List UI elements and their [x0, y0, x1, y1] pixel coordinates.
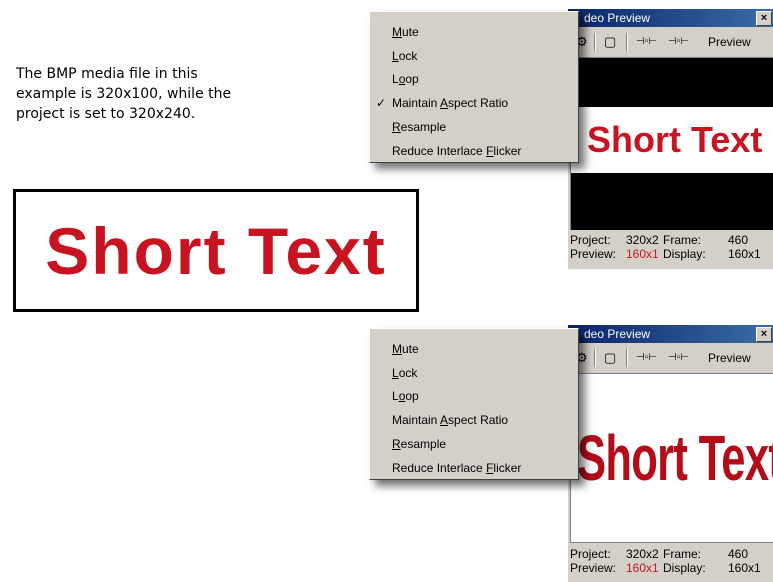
menu-item-label: op — [405, 389, 419, 403]
preview-screen: Short Text — [570, 57, 773, 230]
menu-item-accelerator: R — [392, 120, 401, 134]
menu-item-lock[interactable]: Lock — [370, 46, 578, 66]
description-line: example is 320x100, while the — [16, 86, 232, 102]
preview-button[interactable]: Preview — [708, 348, 751, 368]
preview-image-text: Short Text — [577, 422, 773, 494]
preview-value: 160x1 — [626, 561, 659, 575]
context-menu-aspect-on: Mute Lock Loop ✓ Maintain Aspect Ratio R… — [369, 11, 579, 163]
preview-label: Preview: — [570, 561, 617, 575]
preview-value: 160x1 — [626, 247, 659, 261]
menu-item-accelerator: R — [392, 437, 401, 451]
menu-item-loop[interactable]: Loop — [370, 69, 578, 89]
window-title: deo Preview — [584, 327, 651, 341]
frame-value: 460 — [728, 547, 749, 561]
description-text: The BMP media file in this example is 32… — [16, 64, 306, 124]
display-value: 160x1 — [728, 247, 761, 261]
close-button[interactable]: × — [756, 11, 772, 26]
menu-item-resample[interactable]: Resample — [370, 434, 578, 454]
description-line: project is set to 320x240. — [16, 106, 196, 122]
preview-toolbar: ⚙ ▢ ⊣▫⊢ ⊣▫⊢ Preview — [568, 344, 773, 372]
display-label: Display: — [663, 561, 706, 575]
toolbar-separator — [626, 33, 628, 51]
window-title-bar[interactable]: deo Preview × — [568, 9, 773, 27]
preview-image-text: Short Text — [587, 119, 763, 160]
frame-value: 460 — [728, 233, 749, 247]
frame-label: Frame: — [663, 233, 702, 247]
safe-zone-icon[interactable]: ▢ — [604, 348, 616, 368]
menu-item-label: op — [405, 72, 419, 86]
menu-item-label: ock — [398, 366, 418, 380]
menu-item-reduce-interlace-flicker[interactable]: Reduce Interlace Flicker — [370, 458, 578, 478]
menu-item-label: licker — [493, 461, 522, 475]
menu-item-accelerator: M — [392, 25, 402, 39]
description-line: The BMP media file in this — [16, 66, 198, 82]
menu-item-label: esample — [400, 120, 447, 134]
safe-zone-icon[interactable]: ▢ — [604, 32, 616, 52]
menu-item-label: L — [392, 389, 399, 403]
menu-item-label: licker — [493, 144, 522, 158]
previous-frame-icon[interactable]: ⊣▫⊢ — [636, 32, 657, 52]
window-title: deo Preview — [584, 11, 651, 25]
menu-item-maintain-aspect-ratio[interactable]: Maintain Aspect Ratio — [370, 410, 578, 430]
source-image-sample: Short Text — [13, 189, 419, 312]
letterboxed-image: Short Text — [571, 107, 773, 173]
next-frame-icon[interactable]: ⊣▫⊢ — [668, 32, 689, 52]
preview-button[interactable]: Preview — [708, 32, 751, 52]
menu-item-maintain-aspect-ratio[interactable]: ✓ Maintain Aspect Ratio — [370, 93, 578, 113]
project-value: 320x2 — [626, 547, 659, 561]
window-title-bar[interactable]: deo Preview × — [568, 325, 773, 343]
menu-item-resample[interactable]: Resample — [370, 117, 578, 137]
close-button[interactable]: × — [756, 327, 772, 342]
project-label: Project: — [570, 233, 611, 247]
menu-item-label: ute — [402, 25, 419, 39]
preview-screen: Short Text — [570, 373, 773, 543]
preview-toolbar: ⚙ ▢ ⊣▫⊢ ⊣▫⊢ Preview — [568, 28, 773, 56]
menu-item-lock[interactable]: Lock — [370, 363, 578, 383]
menu-item-accelerator: L — [392, 366, 399, 380]
status-panel: Project: 320x2 Frame: 460 Preview: 160x1… — [570, 233, 773, 261]
menu-item-reduce-interlace-flicker[interactable]: Reduce Interlace Flicker — [370, 141, 578, 161]
menu-item-label: esample — [400, 437, 447, 451]
menu-item-label: Maintain — [392, 96, 441, 110]
menu-item-label: spect Ratio — [448, 413, 509, 427]
toolbar-separator — [626, 349, 628, 367]
context-menu-aspect-off: Mute Lock Loop Maintain Aspect Ratio Res… — [369, 328, 579, 480]
menu-item-label: ock — [398, 49, 418, 63]
toolbar-separator — [594, 33, 596, 51]
status-panel: Project: 320x2 Frame: 460 Preview: 160x1… — [570, 547, 773, 575]
frame-label: Frame: — [663, 547, 702, 561]
display-value: 160x1 — [728, 561, 761, 575]
menu-item-label: Reduce Interlace — [392, 144, 487, 158]
video-preview-window-aspect: deo Preview × ⚙ ▢ ⊣▫⊢ ⊣▫⊢ Preview Short … — [567, 9, 773, 269]
menu-item-accelerator: M — [392, 342, 402, 356]
menu-item-label: L — [392, 72, 399, 86]
menu-item-mute[interactable]: Mute — [370, 22, 578, 42]
display-label: Display: — [663, 247, 706, 261]
menu-item-label: spect Ratio — [448, 96, 509, 110]
project-value: 320x2 — [626, 233, 659, 247]
checkmark-icon: ✓ — [376, 96, 387, 110]
menu-item-label: Reduce Interlace — [392, 461, 487, 475]
stretched-image: Short Text — [571, 374, 773, 542]
video-preview-window-stretched: deo Preview × ⚙ ▢ ⊣▫⊢ ⊣▫⊢ Preview Short … — [567, 325, 773, 582]
menu-item-mute[interactable]: Mute — [370, 339, 578, 359]
menu-item-loop[interactable]: Loop — [370, 386, 578, 406]
menu-item-accelerator: L — [392, 49, 399, 63]
next-frame-icon[interactable]: ⊣▫⊢ — [668, 348, 689, 368]
toolbar-separator — [594, 349, 596, 367]
menu-item-label: Maintain — [392, 413, 441, 427]
sample-image-text: Short Text — [45, 213, 387, 288]
project-label: Project: — [570, 547, 611, 561]
previous-frame-icon[interactable]: ⊣▫⊢ — [636, 348, 657, 368]
menu-item-label: ute — [402, 342, 419, 356]
menu-item-accelerator: A — [440, 413, 449, 427]
menu-item-accelerator: A — [440, 96, 449, 110]
preview-label: Preview: — [570, 247, 617, 261]
